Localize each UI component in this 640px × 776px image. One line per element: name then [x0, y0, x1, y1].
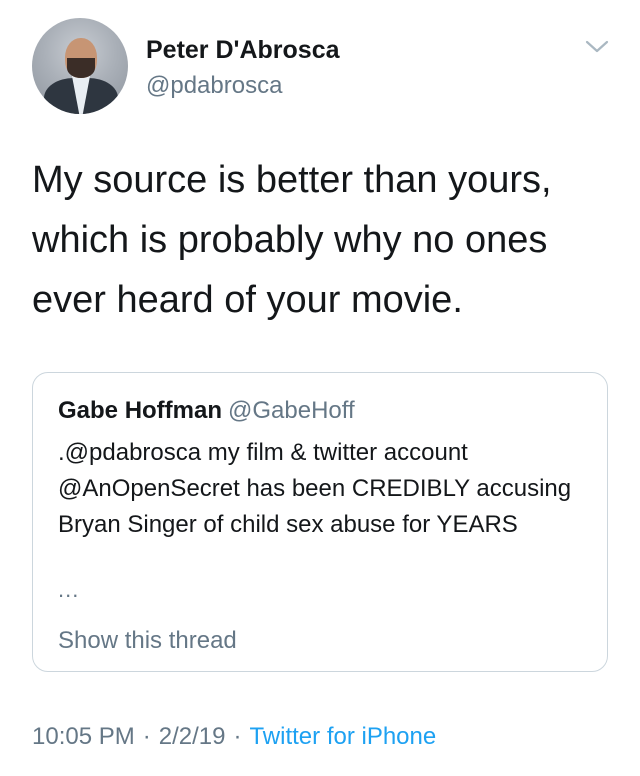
tweet: Peter D'Abrosca @pdabrosca My source is … [0, 0, 640, 776]
quoted-author-handle: @GabeHoff [228, 397, 355, 424]
author-handle[interactable]: @pdabrosca [146, 72, 282, 100]
meta-separator: · [233, 723, 242, 750]
chevron-down-icon[interactable] [584, 36, 610, 56]
tweet-time[interactable]: 10:05 PM [32, 723, 135, 750]
quoted-tweet-text: .@pdabrosca my film & twitter account @A… [58, 439, 572, 538]
tweet-text: My source is better than yours, which is… [32, 159, 552, 321]
tweet-source-link[interactable]: Twitter for iPhone [249, 723, 436, 750]
quoted-tweet-header: Gabe Hoffman @GabeHoff [58, 397, 355, 425]
avatar-beard [67, 58, 95, 78]
meta-separator: · [142, 723, 151, 750]
quoted-tweet[interactable]: Gabe Hoffman @GabeHoff .@pdabrosca my fil… [32, 372, 608, 672]
tweet-meta: 10:05 PM · 2/2/19 · Twitter for iPhone [32, 723, 436, 751]
show-thread-link[interactable]: Show this thread [58, 627, 237, 655]
tweet-date[interactable]: 2/2/19 [159, 723, 226, 750]
quoted-author-name: Gabe Hoffman [58, 397, 223, 424]
author-name[interactable]: Peter D'Abrosca [146, 36, 340, 65]
avatar[interactable] [32, 18, 128, 114]
quoted-tweet-ellipsis: ... [58, 577, 80, 602]
